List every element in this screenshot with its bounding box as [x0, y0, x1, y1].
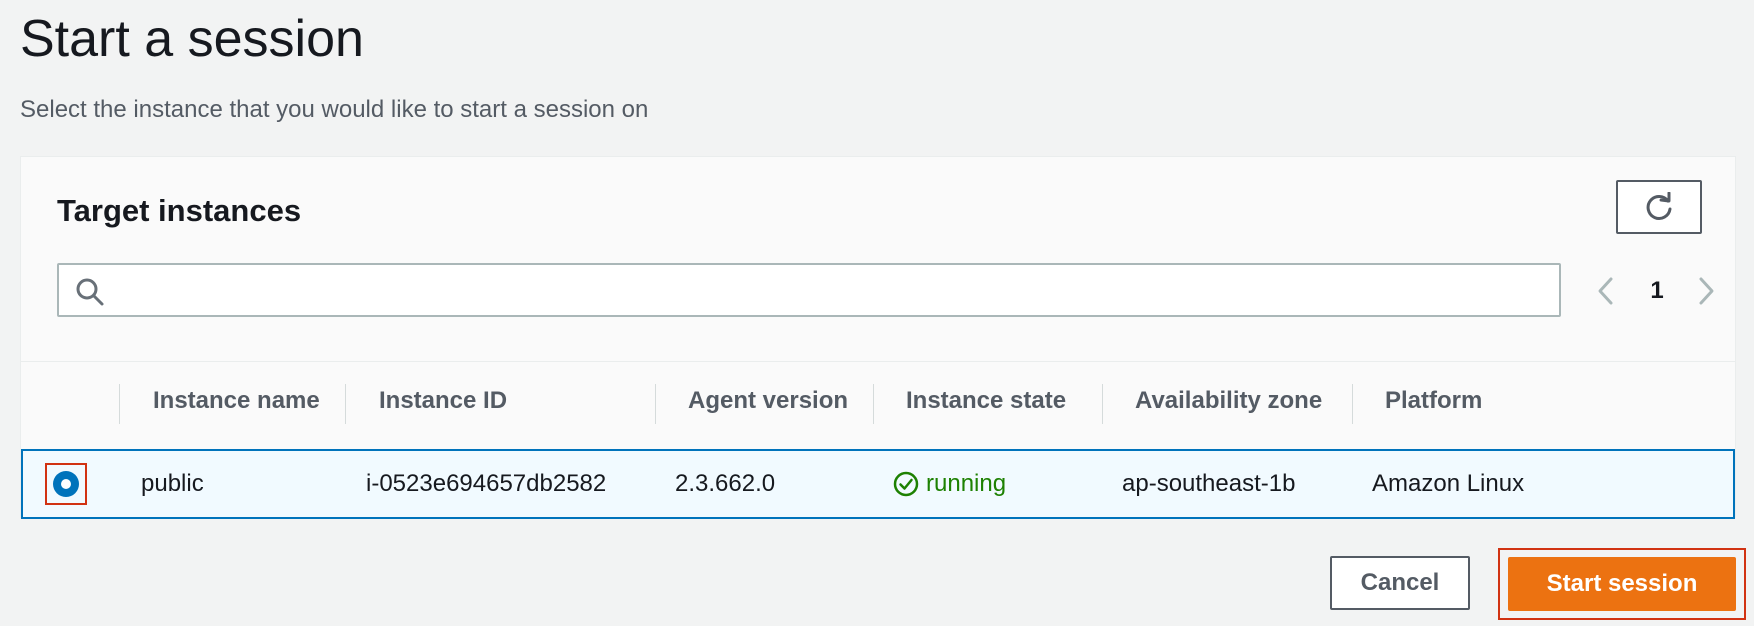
cell-agent-version: 2.3.662.0 [675, 470, 776, 497]
column-divider [345, 384, 346, 424]
radio-selected [53, 471, 79, 497]
page-title: Start a session [20, 10, 364, 68]
check-circle-icon [893, 471, 919, 497]
start-session-button[interactable]: Start session [1508, 557, 1736, 611]
column-divider [655, 384, 656, 424]
cell-instance-name: public [141, 470, 204, 497]
column-header-instance-state[interactable]: Instance state [906, 362, 1066, 440]
next-page-button[interactable] [1689, 272, 1723, 310]
cell-instance-id: i-0523e694657db2582 [366, 470, 607, 497]
previous-page-button[interactable] [1589, 272, 1623, 310]
page-number[interactable]: 1 [1639, 273, 1675, 309]
column-header-instance-name[interactable]: Instance name [153, 362, 320, 440]
instance-state-label: running [926, 470, 1007, 497]
refresh-icon [1646, 192, 1672, 220]
column-divider [1352, 384, 1353, 424]
search-input[interactable] [119, 265, 1549, 317]
chevron-left-icon [1598, 277, 1613, 305]
target-instances-panel: Target instances 1 Instance name Instanc… [20, 156, 1736, 519]
column-header-agent-version[interactable]: Agent version [688, 362, 848, 440]
panel-title: Target instances [57, 193, 302, 228]
cell-platform: Amazon Linux [1372, 470, 1525, 497]
search-icon [76, 278, 104, 306]
chevron-right-icon [1699, 277, 1714, 305]
table-header: Instance name Instance ID Agent version … [21, 361, 1735, 439]
cell-availability-zone: ap-southeast-1b [1122, 470, 1296, 497]
search-field[interactable] [57, 263, 1561, 317]
refresh-button[interactable] [1616, 180, 1702, 234]
column-divider [1102, 384, 1103, 424]
column-divider [873, 384, 874, 424]
row-select-radio[interactable] [45, 463, 87, 505]
start-session-highlight: Start session [1498, 548, 1746, 620]
column-header-availability-zone[interactable]: Availability zone [1135, 362, 1322, 440]
cell-instance-state: running [892, 451, 1006, 517]
column-header-instance-id[interactable]: Instance ID [379, 362, 507, 440]
table-row[interactable]: public i-0523e694657db2582 2.3.662.0 run… [21, 449, 1735, 519]
column-divider [119, 384, 120, 424]
cancel-button[interactable]: Cancel [1330, 556, 1470, 610]
page-description: Select the instance that you would like … [20, 96, 649, 123]
column-header-platform[interactable]: Platform [1385, 362, 1482, 440]
